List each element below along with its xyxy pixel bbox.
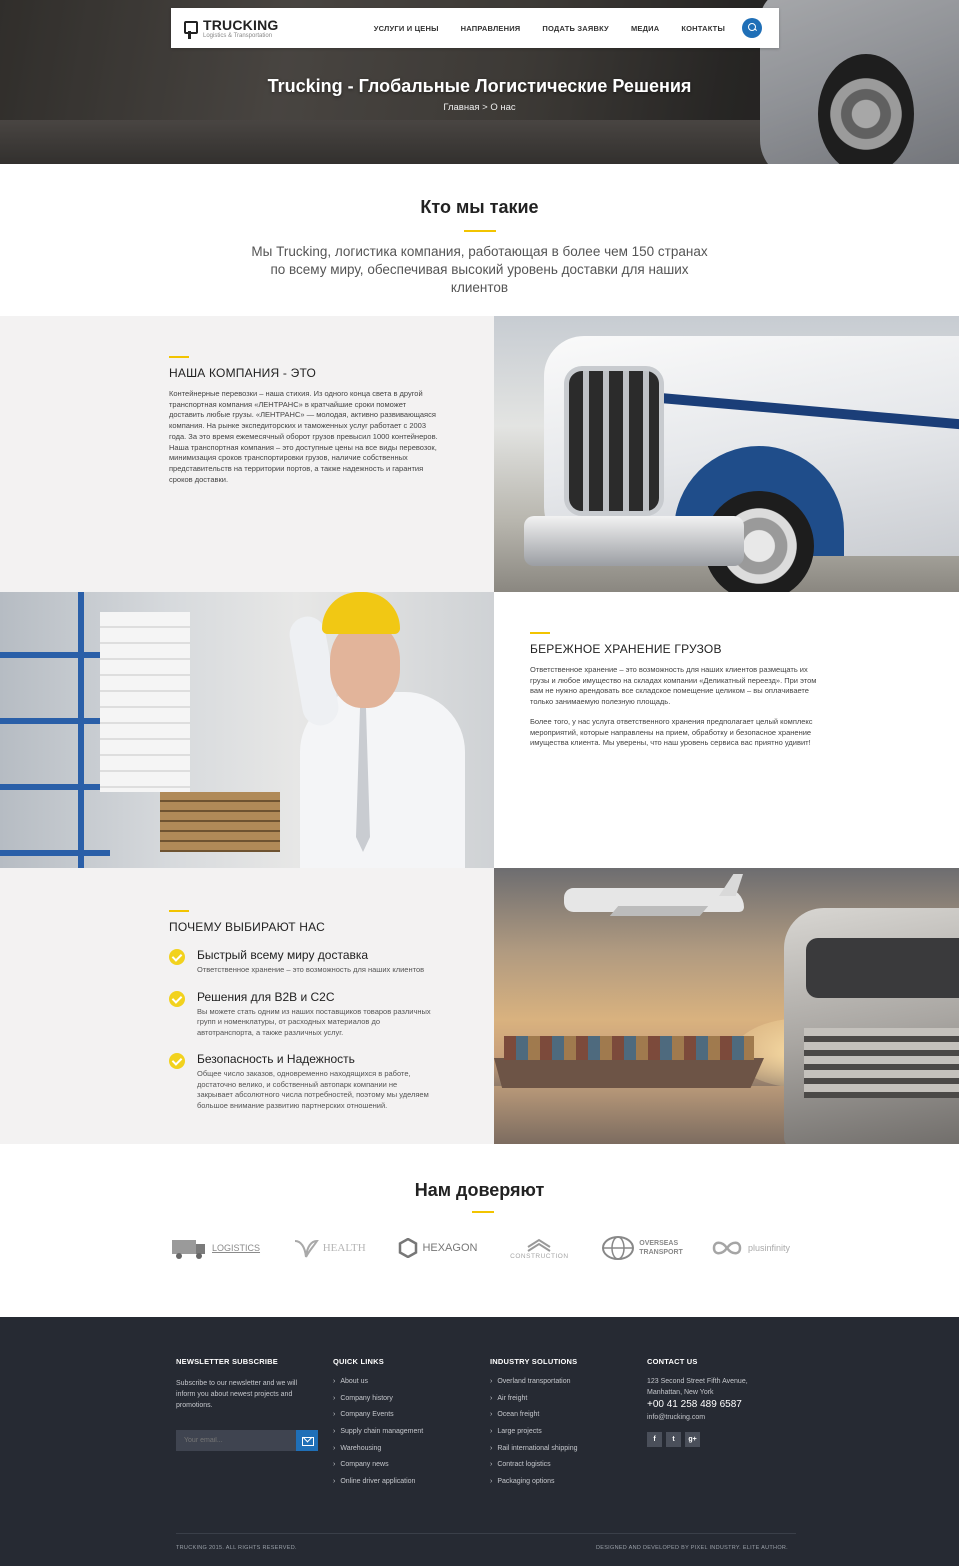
partner-logo-hexagon[interactable]: HEXAGON (398, 1228, 477, 1268)
mail-icon[interactable] (296, 1430, 318, 1451)
facebook-icon[interactable]: f (647, 1432, 662, 1447)
leaf-logo-icon (294, 1239, 319, 1258)
transport-image (494, 868, 959, 1144)
check-icon (169, 949, 185, 965)
newsletter-email-input[interactable] (176, 1430, 296, 1451)
storage-block: БЕРЕЖНОЕ ХРАНЕНИЕ ГРУЗОВ Ответственное х… (530, 632, 828, 749)
contact-phone[interactable]: +00 41 258 489 6587 (647, 1399, 797, 1410)
storage-row: БЕРЕЖНОЕ ХРАНЕНИЕ ГРУЗОВ Ответственное х… (0, 592, 959, 868)
why-item-text: Вы можете стать одним из наших поставщик… (197, 1006, 431, 1037)
hexagon-logo-icon (399, 1238, 418, 1258)
footer-link[interactable]: Company news (333, 1461, 473, 1478)
partner-logo-overseas[interactable]: OVERSEAS TRANSPORT (601, 1228, 683, 1268)
footer-link[interactable]: Online driver application (333, 1478, 473, 1495)
footer-link[interactable]: Rail international shipping (490, 1445, 630, 1462)
contact-email[interactable]: info@trucking.com (647, 1412, 797, 1423)
hero-title: Trucking - Глобальные Логистические Реше… (267, 76, 692, 96)
footer-link[interactable]: About us (333, 1378, 473, 1395)
why-item-title: Быстрый всему миру доставка (197, 948, 369, 962)
why-item: Быстрый всему миру доставка Ответственно… (169, 948, 439, 976)
globe-logo-icon (602, 1236, 635, 1260)
contact-address-line-1: 123 Second Street Fifth Avenue, (647, 1378, 748, 1385)
partners-title: Нам доверяют (414, 1180, 545, 1200)
footer-link[interactable]: Company Events (333, 1411, 473, 1428)
partner-logos: LOGISTICS HEALTH HEXAGON CONSTRUCTION OV… (170, 1228, 790, 1268)
storage-bar (530, 632, 550, 634)
contact-title: CONTACT US (647, 1357, 698, 1366)
newsletter-title: NEWSLETTER SUBSCRIBE (176, 1357, 278, 1366)
partner-logo-plusinfinity[interactable]: plusinfinity (710, 1228, 790, 1268)
footer-newsletter: NEWSLETTER SUBSCRIBE Subscribe to our ne… (176, 1357, 316, 1411)
menu-item-services[interactable]: УСЛУГИ И ЦЕНЫ (374, 24, 439, 33)
social-links: f t g+ (647, 1432, 704, 1447)
storage-text-1: Ответственное хранение – это возможность… (530, 665, 817, 707)
partner-logo-construction[interactable]: CONSTRUCTION (510, 1228, 568, 1268)
search-icon[interactable] (742, 18, 762, 38)
why-title: ПОЧЕМУ ВЫБИРАЮТ НАС (169, 920, 325, 934)
why-bar (169, 910, 189, 912)
about-title: Кто мы такие (420, 197, 539, 217)
about-text: Мы Trucking, логистика компания, работаю… (251, 244, 708, 295)
storage-title: БЕРЕЖНОЕ ХРАНЕНИЕ ГРУЗОВ (530, 642, 722, 656)
why-item-text: Ответственное хранение – это возможность… (197, 965, 425, 974)
menu-item-media[interactable]: МЕДИА (631, 24, 659, 33)
footer-link[interactable]: Contract logistics (490, 1461, 630, 1478)
footer-link[interactable]: Overland transportation (490, 1378, 630, 1395)
menu-item-contacts[interactable]: КОНТАКТЫ (681, 24, 725, 33)
newsletter-text: Subscribe to our newsletter and we will … (176, 1380, 298, 1409)
company-title: НАША КОМПАНИЯ - ЭТО (169, 366, 316, 380)
copyright: TRUCKING 2015. ALL RIGHTS RESERVED. (176, 1545, 297, 1551)
company-text: Контейнерные перевозки – наша стихия. Из… (169, 389, 438, 484)
storage-text-2: Более того, у нас услуга ответственного … (530, 716, 813, 748)
google-plus-icon[interactable]: g+ (685, 1432, 700, 1447)
infinity-logo-icon (712, 1241, 742, 1255)
navbar: TRUCKING Logistics & Transportation УСЛУ… (171, 8, 779, 48)
about-title-underline (464, 230, 496, 232)
footer-link[interactable]: Warehousing (333, 1445, 473, 1462)
why-item-title: Безопасность и Надежность (197, 1052, 355, 1066)
footer-link[interactable]: Company history (333, 1395, 473, 1412)
footer-link[interactable]: Supply chain management (333, 1428, 473, 1445)
partner-logo-logistics[interactable]: LOGISTICS (170, 1228, 260, 1268)
industry-title: INDUSTRY SOLUTIONS (490, 1357, 578, 1366)
company-row: НАША КОМПАНИЯ - ЭТО Контейнерные перевоз… (0, 316, 959, 592)
partner-logo-health[interactable]: HEALTH (293, 1228, 366, 1268)
twitter-icon[interactable]: t (666, 1432, 681, 1447)
why-item-title: Решения для B2B и C2C (197, 989, 335, 1004)
partners-underline (472, 1211, 494, 1213)
footer-industry: INDUSTRY SOLUTIONS Overland transportati… (490, 1357, 630, 1495)
truck-logo-icon (172, 1240, 205, 1259)
footer-divider (176, 1533, 796, 1534)
main-menu: УСЛУГИ И ЦЕНЫ НАПРАВЛЕНИЯ ПОДАТЬ ЗАЯВКУ … (352, 8, 725, 48)
footer-link[interactable]: Large projects (490, 1428, 630, 1445)
contact-address-line-2: Manhattan, New York (647, 1389, 714, 1396)
footer-link[interactable]: Ocean freight (490, 1411, 630, 1428)
quick-links-title: QUICK LINKS (333, 1357, 384, 1366)
why-item-text: Общее число заказов, одновременно находя… (197, 1069, 429, 1110)
footer-quick-links: QUICK LINKS About us Company history Com… (333, 1357, 473, 1495)
footer: NEWSLETTER SUBSCRIBE Subscribe to our ne… (0, 1317, 959, 1566)
why-item: Безопасность и Надежность Общее число за… (169, 1052, 439, 1111)
check-icon (169, 990, 185, 1007)
footer-contact: CONTACT US 123 Second Street Fifth Avenu… (647, 1357, 797, 1423)
company-bar (169, 356, 189, 358)
company-block: НАША КОМПАНИЯ - ЭТО Контейнерные перевоз… (169, 356, 441, 485)
truck-image (494, 316, 959, 592)
logo-tagline: Logistics & Transportation (203, 32, 273, 39)
warehouse-worker-image (0, 592, 494, 868)
logo-icon (183, 19, 198, 39)
menu-item-apply[interactable]: ПОДАТЬ ЗАЯВКУ (542, 24, 609, 33)
check-icon (169, 1053, 185, 1069)
construction-logo-icon (527, 1238, 551, 1252)
footer-link[interactable]: Air freight (490, 1395, 630, 1412)
why-block: ПОЧЕМУ ВЫБИРАЮТ НАС Быстрый всему миру д… (169, 910, 439, 1125)
logo[interactable]: TRUCKING Logistics & Transportation (183, 16, 278, 42)
menu-item-directions[interactable]: НАПРАВЛЕНИЯ (461, 24, 521, 33)
logo-name: TRUCKING (203, 16, 279, 33)
why-row: ПОЧЕМУ ВЫБИРАЮТ НАС Быстрый всему миру д… (0, 868, 959, 1144)
developer-credit[interactable]: DESIGNED AND DEVELOPED BY PIXEL INDUSTRY… (596, 1545, 788, 1551)
footer-link[interactable]: Packaging options (490, 1478, 630, 1495)
why-item: Решения для B2B и C2C Вы можете стать од… (169, 990, 439, 1039)
breadcrumb[interactable]: Главная > О нас (0, 102, 959, 113)
